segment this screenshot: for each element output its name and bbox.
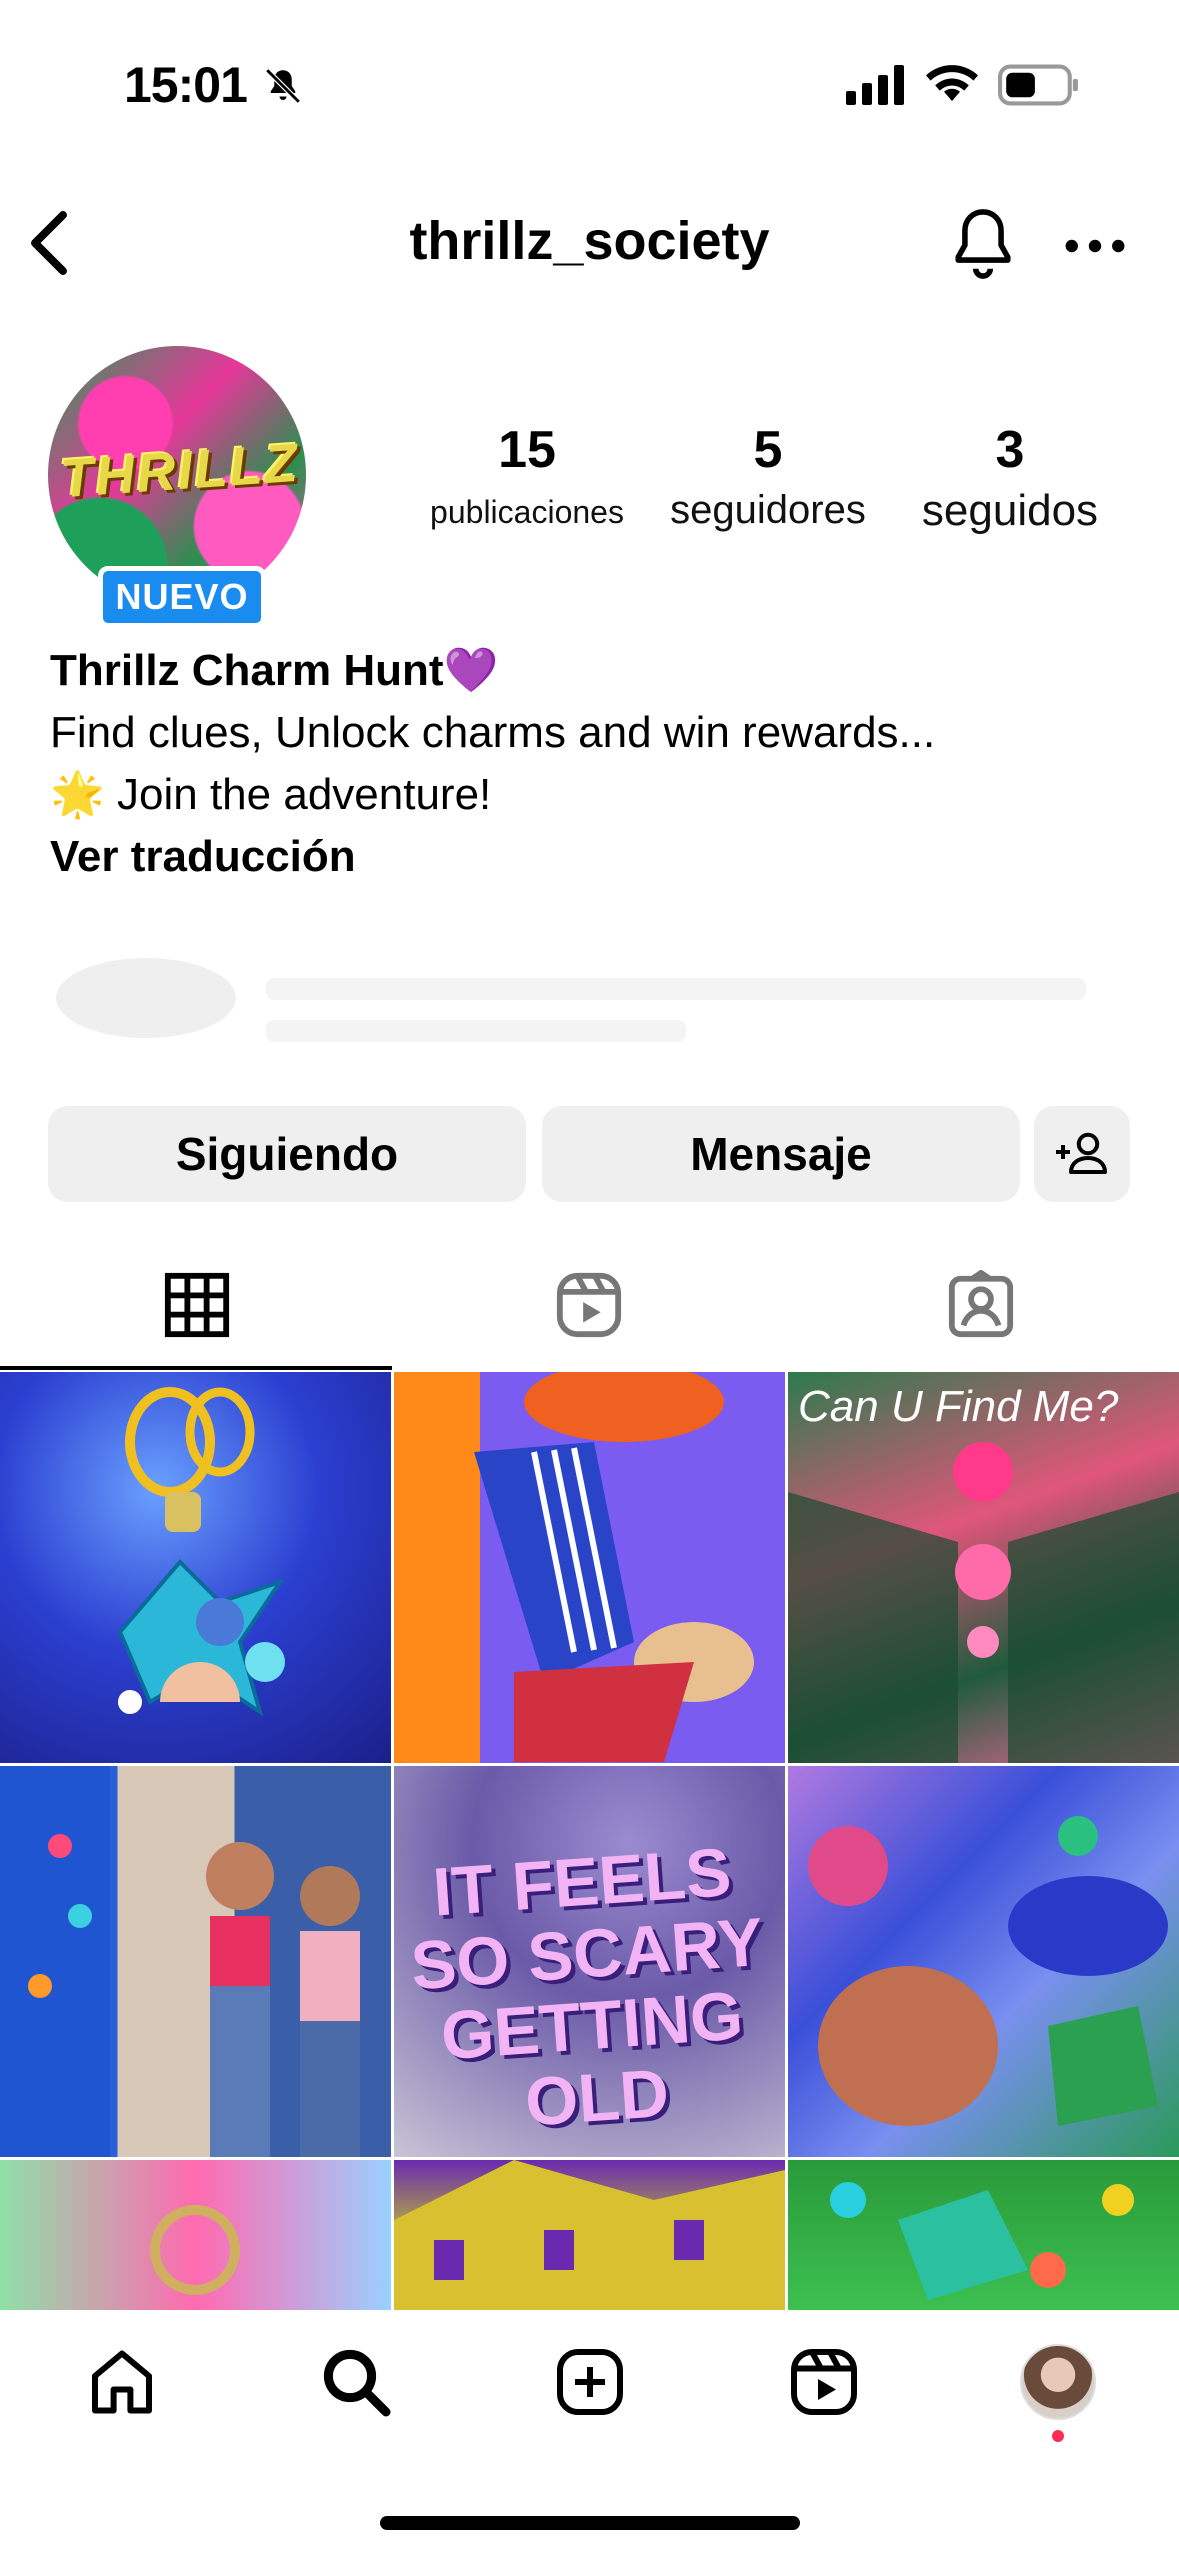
stat-following-label: seguidos <box>921 486 1099 535</box>
profile-tab-avatar[interactable] <box>1020 2344 1096 2420</box>
signal-icon <box>846 65 904 105</box>
crochet-bags-illustration <box>808 1816 1168 2126</box>
bell-muted-icon <box>265 68 301 104</box>
stat-followers[interactable]: 5 seguidores <box>650 420 886 533</box>
keychain-illustration <box>117 1387 285 1717</box>
suggest-people-button[interactable] <box>1034 1106 1130 1202</box>
message-button[interactable]: Mensaje <box>542 1106 1020 1202</box>
grid-tab-icon[interactable] <box>162 1270 232 1340</box>
add-person-icon <box>1056 1132 1107 1174</box>
post-tile-building[interactable] <box>394 2160 785 2310</box>
grass-flowers-illustration <box>830 2182 1134 2300</box>
more-options-icon[interactable] <box>1064 238 1126 254</box>
new-badge: NUEVO <box>98 566 266 628</box>
notification-dot <box>1052 2430 1064 2442</box>
home-icon[interactable] <box>86 2346 158 2418</box>
stat-posts-count: 15 <box>498 421 556 479</box>
post-tile-find-me-hall[interactable]: Can U Find Me? <box>788 1372 1179 1763</box>
post-tile-dancer-tracksuit[interactable] <box>394 1372 785 1763</box>
girls-dancing-illustration <box>0 1766 360 2157</box>
stat-followers-count: 5 <box>753 421 783 479</box>
stat-following-count: 3 <box>995 421 1025 479</box>
post-tile-feels-scary[interactable]: IT FEELS SO SCARY GETTING OLD <box>394 1766 785 2157</box>
faded-followers-preview <box>56 958 1086 1042</box>
see-translation-link[interactable]: Ver traducción <box>50 826 356 888</box>
active-tab-indicator <box>0 1366 392 1370</box>
notification-bell-icon[interactable] <box>948 206 1018 282</box>
tile-caption-find-me: Can U Find Me? <box>798 1382 1119 1431</box>
stat-posts-label: publicaciones <box>430 494 624 530</box>
reels-icon[interactable] <box>788 2346 860 2418</box>
following-button[interactable]: Siguiendo <box>48 1106 526 1202</box>
post-tile-girls-dancing[interactable] <box>0 1766 391 2157</box>
home-indicator[interactable] <box>380 2516 800 2530</box>
post-tile-grass-flowers[interactable] <box>788 2160 1179 2310</box>
building-illustration <box>394 2160 785 2310</box>
profile-display-name: Thrillz Charm Hunt💜 <box>50 646 499 695</box>
tagged-tab-icon[interactable] <box>946 1270 1016 1340</box>
bio-line-2: 🌟 Join the adventure! <box>50 770 492 819</box>
search-icon[interactable] <box>320 2346 392 2418</box>
dancer-illustration <box>474 1372 754 1762</box>
stat-following[interactable]: 3 seguidos <box>900 420 1120 536</box>
pink-charm-illustration <box>150 2205 240 2295</box>
create-post-icon[interactable] <box>554 2346 626 2418</box>
post-tile-charm-keychain[interactable] <box>0 1372 391 1763</box>
stat-posts[interactable]: 15 publicaciones <box>412 420 642 531</box>
bio-line-1: Find clues, Unlock charms and win reward… <box>50 708 936 757</box>
wifi-icon <box>926 65 978 101</box>
stat-followers-label: seguidores <box>670 488 866 532</box>
battery-icon <box>998 64 1078 106</box>
post-tile-crochet-bags[interactable] <box>788 1766 1179 2157</box>
status-time: 15:01 <box>124 57 248 113</box>
tile-caption-scary: IT FEELS SO SCARY GETTING OLD <box>408 1833 766 2141</box>
reels-tab-icon[interactable] <box>554 1270 624 1340</box>
post-tile-pink-charm[interactable] <box>0 2160 391 2310</box>
